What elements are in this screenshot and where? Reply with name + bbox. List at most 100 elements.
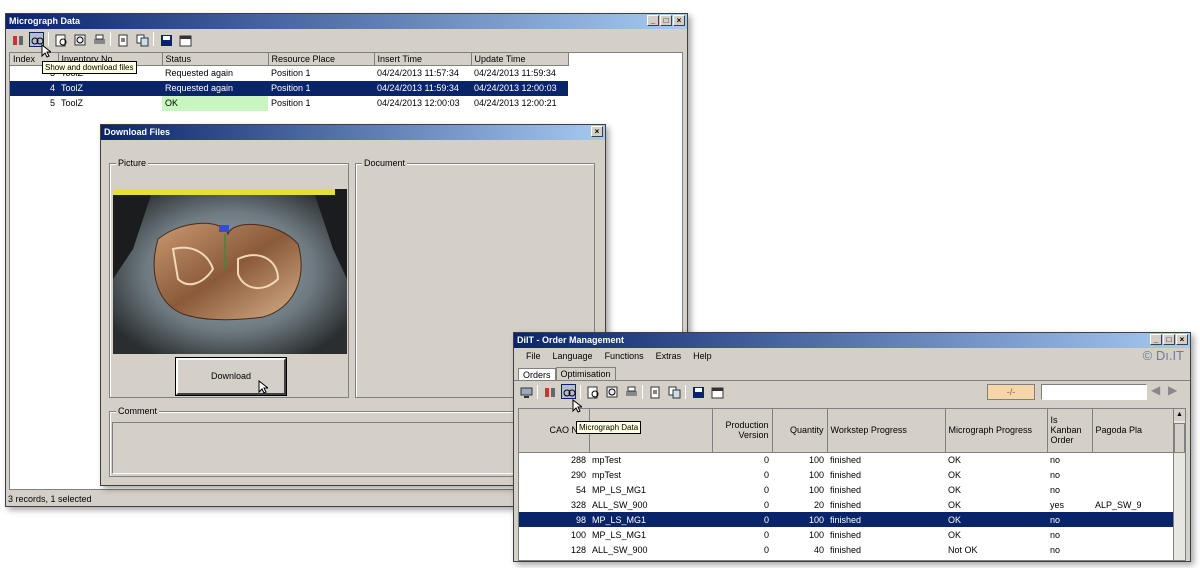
- cell-work: finished: [830, 529, 862, 540]
- minimize-button[interactable]: _: [1150, 334, 1162, 345]
- monitor-icon[interactable]: [518, 384, 533, 399]
- table-row[interactable]: 100 MP_LS_MG1 0 100 finished OK no: [519, 527, 1174, 542]
- cell-index: 4: [10, 80, 58, 96]
- cell-micro: OK: [948, 469, 962, 480]
- cell-micro: OK: [948, 454, 962, 465]
- cell-pagoda: [1092, 542, 1174, 557]
- table-row[interactable]: 54 MP_LS_MG1 0 100 finished OK no: [519, 482, 1174, 497]
- cell-kanban: no: [1050, 454, 1061, 465]
- column-header-update-time[interactable]: Update Time: [471, 53, 569, 66]
- new-document-icon[interactable]: [647, 384, 662, 399]
- back-arrow-icon[interactable]: ◀: [1151, 383, 1160, 397]
- menu-functions[interactable]: Functions: [605, 351, 644, 361]
- tab-bar: Orders Optimisation: [514, 364, 1190, 381]
- cell-kanban: no: [1047, 512, 1092, 527]
- column-header-status[interactable]: Status: [162, 53, 269, 66]
- close-button[interactable]: ×: [1176, 334, 1188, 345]
- forward-arrow-icon[interactable]: ▶: [1168, 383, 1177, 397]
- print-icon[interactable]: [91, 32, 106, 47]
- column-header-production-version[interactable]: Production Version: [712, 409, 773, 453]
- cell-place: Position 1: [271, 98, 311, 108]
- cell-ver: 0: [763, 499, 769, 510]
- download-title-bar[interactable]: Download Files ×: [101, 125, 605, 140]
- menu-language[interactable]: Language: [553, 351, 593, 361]
- micrograph-data-icon[interactable]: [561, 384, 576, 399]
- cell-micro: OK: [948, 484, 962, 495]
- picture-group: Picture Download: [109, 158, 349, 398]
- table-row[interactable]: 5 ToolZ OK Position 1 04/24/2013 12:00:0…: [10, 95, 568, 111]
- new-document-icon[interactable]: [115, 32, 130, 47]
- column-header-quantity[interactable]: Quantity: [772, 409, 828, 453]
- menu-file[interactable]: File: [526, 351, 541, 361]
- cell-status: Requested again: [162, 80, 268, 96]
- document-label: Document: [362, 158, 408, 168]
- preview-icon[interactable]: [53, 32, 68, 47]
- toolbar-separator: [580, 384, 581, 399]
- table-row[interactable]: 128 ALL_SW_900 0 40 finished Not OK no: [519, 542, 1174, 557]
- cell-pagoda: [1092, 527, 1174, 542]
- cell-update: 04/24/2013 12:00:03: [471, 80, 568, 96]
- table-row[interactable]: 290 mpTest 0 100 finished OK no: [519, 467, 1174, 482]
- mouse-cursor-icon: [258, 380, 268, 394]
- order-title-bar[interactable]: DiIT - Order Management _ □ ×: [514, 333, 1190, 348]
- cell-ver: 0: [763, 469, 769, 480]
- order-title: DiIT - Order Management: [517, 335, 625, 345]
- column-header-resource-place[interactable]: Resource Place: [268, 53, 375, 66]
- split-view-icon[interactable]: [10, 32, 25, 47]
- cell-qty: 100: [772, 512, 827, 527]
- calendar-icon[interactable]: [709, 384, 724, 399]
- table-row[interactable]: 328 ALL_SW_900 0 20 finished OK yes ALP_SW_9: [519, 497, 1174, 512]
- cell-place: Position 1: [268, 80, 374, 96]
- toolbar-separator: [685, 384, 686, 399]
- vertical-scrollbar[interactable]: ▲: [1173, 409, 1185, 560]
- tab-optimisation[interactable]: Optimisation: [555, 367, 616, 380]
- menu-help[interactable]: Help: [693, 351, 712, 361]
- scroll-thumb[interactable]: [1174, 423, 1185, 453]
- table-row[interactable]: 288 mpTest 0 100 finished OK no: [519, 452, 1174, 467]
- column-header-workstep-progress[interactable]: Workstep Progress: [827, 409, 946, 453]
- cell-cao: 54: [575, 484, 586, 495]
- close-button[interactable]: ×: [591, 126, 603, 137]
- save-icon[interactable]: [690, 384, 705, 399]
- save-icon[interactable]: [158, 32, 173, 47]
- cell-work: finished: [830, 544, 862, 555]
- copy-icon[interactable]: [134, 32, 149, 47]
- print-icon[interactable]: [623, 384, 638, 399]
- cell-qty: 100: [808, 469, 824, 480]
- table-row-selected[interactable]: 98 MP_LS_MG1 0 100 finished OK no: [519, 512, 1174, 527]
- preview-icon[interactable]: [585, 384, 600, 399]
- tooltip-show-download: Show and download files: [42, 61, 137, 74]
- column-header-pagoda[interactable]: Pagoda Pla: [1092, 409, 1175, 453]
- toolbar-separator: [642, 384, 643, 399]
- table-row-selected[interactable]: 4 ToolZ Requested again Position 1 04/24…: [10, 80, 568, 96]
- cell-qty: 40: [813, 544, 824, 555]
- cell-micro: OK: [948, 499, 962, 510]
- cell-pagoda: [1092, 512, 1174, 527]
- close-button[interactable]: ×: [673, 15, 685, 26]
- cell-qty: 100: [808, 529, 824, 540]
- copy-icon[interactable]: [666, 384, 681, 399]
- cell-article: ALL_SW_900: [592, 544, 648, 555]
- maximize-button[interactable]: □: [1163, 334, 1175, 345]
- download-button-label: Download: [210, 371, 252, 381]
- toolbar-separator: [537, 384, 538, 399]
- column-header-micrograph-progress[interactable]: Micrograph Progress: [945, 409, 1048, 453]
- cell-micro: OK: [945, 512, 1047, 527]
- micrograph-title-bar[interactable]: Micrograph Data _ □ ×: [6, 14, 687, 29]
- download-title: Download Files: [104, 127, 171, 137]
- search-input[interactable]: [1041, 384, 1147, 400]
- scroll-up-icon[interactable]: ▲: [1174, 409, 1185, 421]
- split-view-icon[interactable]: [542, 384, 557, 399]
- cell-kanban: no: [1050, 484, 1061, 495]
- search-icon[interactable]: [72, 32, 87, 47]
- minimize-button[interactable]: _: [647, 15, 659, 26]
- cell-cao: 98: [519, 512, 589, 527]
- cell-update: 04/24/2013 11:59:34: [474, 68, 556, 79]
- column-header-insert-time[interactable]: Insert Time: [374, 53, 472, 66]
- column-header-kanban[interactable]: Is Kanban Order: [1047, 409, 1093, 453]
- menu-extras[interactable]: Extras: [656, 351, 682, 361]
- search-icon[interactable]: [604, 384, 619, 399]
- download-button[interactable]: Download: [175, 357, 287, 396]
- calendar-icon[interactable]: [177, 32, 192, 47]
- maximize-button[interactable]: □: [660, 15, 672, 26]
